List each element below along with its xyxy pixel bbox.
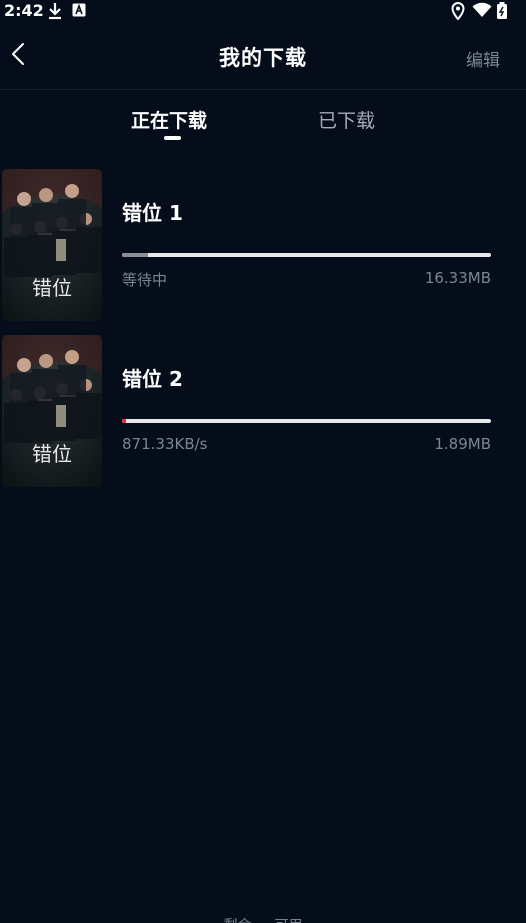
download-size: 1.89MB — [434, 435, 491, 453]
download-title: 错位 2 — [122, 367, 183, 391]
progress-bar — [122, 419, 491, 423]
storage-info: 剩余 … 可用 — [0, 915, 526, 923]
poster-thumbnail: 错位 — [2, 335, 102, 487]
progress-fill — [122, 419, 126, 423]
download-icon — [47, 2, 63, 24]
tab-downloading[interactable]: 正在下载 — [131, 106, 207, 133]
edit-button[interactable]: 编辑 — [466, 46, 500, 71]
download-title: 错位 1 — [122, 201, 183, 225]
location-pin-icon — [451, 1, 465, 24]
page-title: 我的下载 — [219, 46, 307, 70]
wifi-icon — [472, 2, 492, 22]
progress-fill — [122, 253, 148, 257]
download-item[interactable]: 错位 错位 1 等待中 16.33MB — [0, 169, 526, 321]
progress-bar — [122, 253, 491, 257]
poster-title-text: 错位 — [32, 442, 72, 466]
poster-thumbnail: 错位 — [2, 169, 102, 321]
download-speed: 871.33KB/s — [122, 435, 208, 453]
app-header: 我的下载 编辑 — [0, 22, 526, 90]
poster-title-text: 错位 — [32, 276, 72, 300]
battery-icon — [496, 2, 508, 24]
tab-active-indicator — [164, 136, 181, 140]
tab-downloaded[interactable]: 已下载 — [318, 106, 375, 133]
status-bar: 2:42 — [0, 0, 526, 22]
download-item[interactable]: 错位 错位 2 871.33KB/s 1.89MB — [0, 335, 526, 487]
text-a-icon — [72, 2, 86, 22]
status-time: 2:42 — [4, 1, 44, 20]
download-size: 16.33MB — [424, 269, 491, 287]
download-status: 等待中 — [122, 271, 168, 289]
downloads-screen: 2:42 我的下载 编辑 正在下载 已下载 错位 错位 1 等待中 16.33M… — [0, 0, 526, 923]
